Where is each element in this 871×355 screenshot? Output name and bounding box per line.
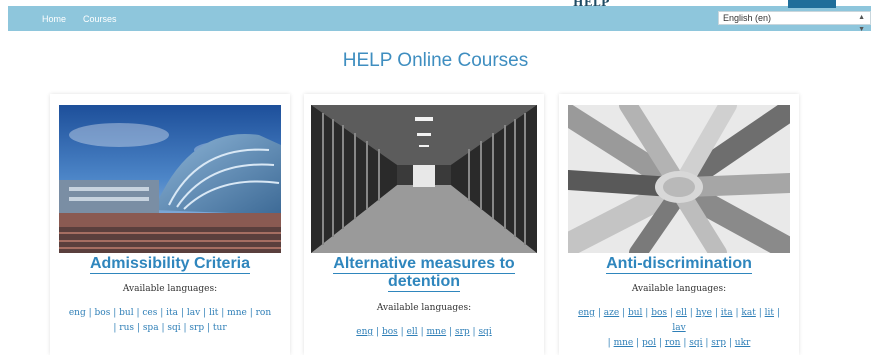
language-link[interactable]: ron (665, 338, 681, 348)
language-link[interactable]: aze (604, 308, 619, 318)
language-link[interactable]: bul (628, 308, 642, 318)
language-links: eng | bos | bul | ces | ita | lav | lit … (68, 308, 272, 333)
course-title-text[interactable]: Alternative measures to (333, 255, 515, 274)
language-link[interactable]: ukr (735, 338, 751, 348)
brand-logo-bar (788, 0, 836, 8)
language-link[interactable]: ita (721, 308, 733, 318)
language-link[interactable]: mne (426, 327, 446, 337)
course-image-court-building[interactable] (59, 105, 281, 253)
language-link[interactable]: lav (672, 323, 685, 333)
course-title-link[interactable]: Anti-discrimination (559, 255, 799, 274)
language-link[interactable]: kat (741, 308, 755, 318)
course-title-link[interactable]: Admissibility Criteria (50, 255, 290, 274)
language-link[interactable]: eng (69, 308, 86, 318)
language-link[interactable]: ell (407, 327, 418, 337)
language-link[interactable]: rus (119, 323, 134, 333)
language-link[interactable]: tur (213, 323, 227, 333)
language-link[interactable]: sqi (689, 338, 702, 348)
available-languages-label: Available languages: (631, 284, 727, 294)
course-title-text[interactable]: Admissibility Criteria (89, 255, 251, 274)
course-image-joined-hands[interactable] (568, 105, 790, 253)
language-links: eng | aze | bul | bos | ell | hye | ita … (578, 308, 780, 348)
language-link[interactable]: sqi (478, 327, 491, 337)
language-select[interactable]: English (en) ▲ ▼ (718, 11, 871, 33)
language-link[interactable]: bos (382, 327, 398, 337)
language-link[interactable]: srp (189, 323, 204, 333)
language-link[interactable]: lit (765, 308, 774, 318)
course-title-text[interactable]: Anti-discrimination (606, 255, 752, 274)
language-link[interactable]: bos (651, 308, 667, 318)
nav-courses-link[interactable]: Courses (83, 14, 117, 24)
language-link[interactable]: ell (676, 308, 687, 318)
language-link[interactable]: eng (578, 308, 595, 318)
course-card-admissibility: Admissibility Criteria Available languag… (50, 94, 290, 355)
language-link[interactable]: sqi (167, 323, 180, 333)
language-link[interactable]: ces (142, 308, 157, 318)
course-image-prison-corridor[interactable] (311, 105, 537, 253)
language-link[interactable]: mne (614, 338, 634, 348)
course-title-link[interactable]: Alternative measures to detention (304, 255, 544, 292)
language-link[interactable]: ita (166, 308, 178, 318)
page-title: HELP Online Courses (342, 50, 529, 71)
language-link[interactable]: ron (256, 308, 272, 318)
course-title-text[interactable]: detention (388, 273, 460, 292)
select-arrows-icon: ▲ ▼ (858, 14, 865, 33)
language-link[interactable]: lit (209, 308, 218, 318)
nav-home-link[interactable]: Home (42, 14, 66, 24)
language-link[interactable]: srp (455, 327, 470, 337)
available-languages-label: Available languages: (376, 303, 472, 313)
course-card-anti-discrimination: Anti-discrimination Available languages:… (559, 94, 799, 355)
language-link[interactable]: bul (119, 308, 133, 318)
language-link[interactable]: lav (187, 308, 200, 318)
language-link[interactable]: srp (711, 338, 726, 348)
language-link[interactable]: pol (642, 338, 656, 348)
course-card-alternative-measures: Alternative measures to detention Availa… (304, 94, 544, 355)
language-select-value: English (en) (723, 13, 772, 23)
brand-logo[interactable]: HELP (573, 0, 610, 10)
language-link[interactable]: bos (95, 308, 111, 318)
language-link[interactable]: hye (696, 308, 712, 318)
language-links: eng | bos | ell | mne | srp | sqi (356, 327, 492, 337)
top-navigation-bar: Home Courses HELP English (en) ▲ ▼ (8, 0, 871, 33)
language-link[interactable]: spa (143, 323, 159, 333)
language-link[interactable]: eng (356, 327, 373, 337)
available-languages-label: Available languages: (122, 284, 218, 294)
language-link[interactable]: mne (227, 308, 247, 318)
